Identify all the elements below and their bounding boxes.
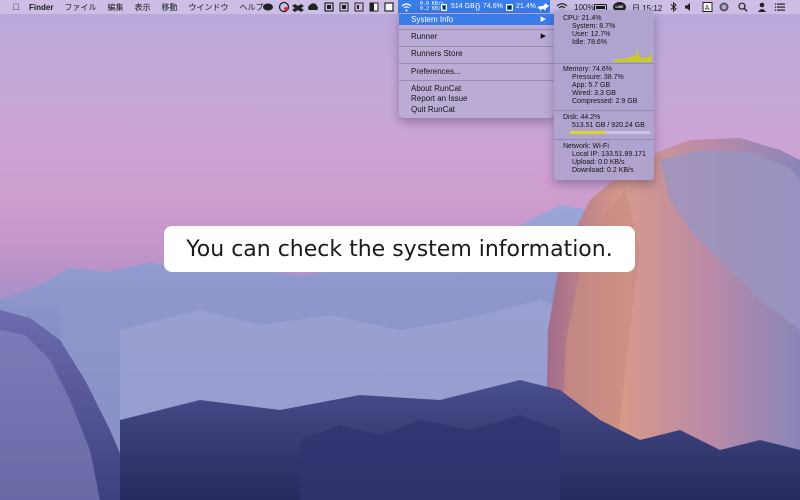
menu-separator bbox=[399, 63, 554, 64]
submenu-separator bbox=[554, 63, 654, 64]
network-download: Download: 0.2 KB/s bbox=[572, 167, 634, 174]
menu-finder[interactable]: Finder bbox=[29, 3, 53, 12]
svg-text:A: A bbox=[705, 5, 710, 12]
menu-separator bbox=[399, 29, 554, 30]
menu-item-report-issue[interactable]: Report an Issue bbox=[399, 93, 554, 104]
runcat-menu: System Info ▶ Runner ▶ Runners Store Pre… bbox=[399, 13, 554, 118]
disk-usage: 513.51 GB / 920.24 GB bbox=[572, 122, 645, 129]
disk-title: Disk: 44.2% bbox=[563, 114, 601, 121]
menu-item-preferences[interactable]: Preferences... bbox=[399, 66, 554, 77]
stop-square-icon[interactable] bbox=[384, 2, 394, 12]
running-cat-icon bbox=[537, 3, 549, 11]
menu-view[interactable]: 表示 bbox=[134, 2, 150, 13]
notification-center-icon[interactable] bbox=[774, 3, 785, 11]
menu-item-label: Runner bbox=[411, 32, 438, 41]
half-square-icon[interactable] bbox=[369, 2, 379, 12]
volume-icon[interactable] bbox=[685, 3, 690, 11]
disk-usage-bar bbox=[570, 131, 650, 134]
submenu-separator bbox=[554, 139, 654, 140]
menu-go[interactable]: 移動 bbox=[161, 2, 177, 13]
menu-file[interactable]: ファイル bbox=[64, 2, 96, 13]
submenu-separator bbox=[554, 110, 654, 111]
memory-title: Memory: 74.6% bbox=[563, 66, 613, 73]
window-grid-icon[interactable] bbox=[339, 2, 349, 12]
memory-app: App: 5.7 GB bbox=[572, 82, 611, 89]
cpu-history-area bbox=[614, 47, 652, 62]
menu-item-label: About RunCat bbox=[411, 84, 462, 93]
dropbox-icon[interactable] bbox=[292, 4, 304, 12]
menu-separator bbox=[399, 80, 554, 81]
network-local-ip: Local IP: 133.51.89.171 bbox=[572, 151, 646, 158]
menu-item-runner[interactable]: Runner ▶ bbox=[399, 31, 554, 42]
caption-banner: You can check the system information. bbox=[164, 226, 635, 272]
menu-edit[interactable]: 編集 bbox=[107, 2, 123, 13]
disk-text: 514 GB bbox=[451, 3, 475, 10]
spotlight-search-icon[interactable] bbox=[738, 2, 748, 12]
right-status-icons: A bbox=[670, 2, 785, 13]
cpu-user: User: 12.7% bbox=[572, 31, 611, 38]
input-source-icon[interactable]: A bbox=[702, 2, 713, 13]
memory-compressed: Compressed: 2.9 GB bbox=[572, 98, 638, 105]
cloud-upload-icon[interactable] bbox=[308, 3, 318, 10]
menu-separator bbox=[399, 46, 554, 47]
runcat-status-item[interactable]: 0.0 KB/s 0.2 KB/s 514 GB {} 74.6% 21.4% bbox=[398, 0, 550, 14]
cpu-icon bbox=[506, 4, 513, 11]
wifi-icon bbox=[401, 3, 412, 12]
status-icons-group bbox=[263, 1, 394, 13]
square-icon[interactable] bbox=[354, 2, 364, 12]
cpu-title: CPU: 21.4% bbox=[563, 15, 602, 22]
submenu-arrow-icon: ▶ bbox=[540, 16, 546, 23]
memory-text: 74.6% bbox=[483, 3, 503, 10]
menu-item-label: Runners Store bbox=[411, 49, 463, 58]
apple-icon[interactable]:  bbox=[9, 2, 23, 12]
cpu-idle: Idle: 78.6% bbox=[572, 39, 608, 46]
creative-cloud-icon[interactable] bbox=[278, 1, 290, 13]
memory-icon: {} bbox=[475, 2, 481, 11]
menu-bar:  Finder ファイル 編集 表示 移動 ウインドウ ヘルプ 0.0 KB/… bbox=[0, 0, 800, 14]
user-icon[interactable] bbox=[758, 2, 766, 12]
menu-item-runners-store[interactable]: Runners Store bbox=[399, 48, 554, 59]
menu-item-quit-runcat[interactable]: Quit RunCat bbox=[399, 104, 554, 115]
cpu-system: System: 8.7% bbox=[572, 23, 616, 30]
memory-pressure: Pressure: 38.7% bbox=[572, 74, 624, 81]
disk-usage-fill bbox=[570, 131, 606, 134]
network-title: Network: Wi-Fi bbox=[563, 143, 609, 150]
menu-help[interactable]: ヘルプ bbox=[239, 2, 263, 13]
menu-item-label: Quit RunCat bbox=[411, 105, 456, 114]
memory-wired: Wired: 3.3 GB bbox=[572, 90, 616, 97]
message-bubble-icon[interactable] bbox=[263, 3, 273, 11]
bluetooth-icon[interactable] bbox=[670, 2, 677, 12]
cpu-text: 21.4% bbox=[516, 3, 536, 10]
box-icon[interactable] bbox=[324, 2, 334, 12]
siri-icon[interactable] bbox=[719, 2, 729, 12]
submenu-arrow-icon: ▶ bbox=[540, 33, 546, 40]
network-upload: Upload: 0.0 KB/s bbox=[572, 159, 625, 166]
menu-item-label: System Info bbox=[411, 15, 454, 24]
cpu-history-graph bbox=[614, 47, 652, 62]
disk-icon bbox=[441, 4, 447, 11]
menu-window[interactable]: ウインドウ bbox=[188, 2, 228, 13]
system-info-submenu: CPU: 21.4% System: 8.7% User: 12.7% Idle… bbox=[554, 10, 654, 180]
menu-item-label: Preferences... bbox=[411, 67, 461, 76]
menu-item-label: Report an Issue bbox=[411, 94, 468, 103]
menu-item-system-info[interactable]: System Info ▶ bbox=[399, 14, 554, 25]
